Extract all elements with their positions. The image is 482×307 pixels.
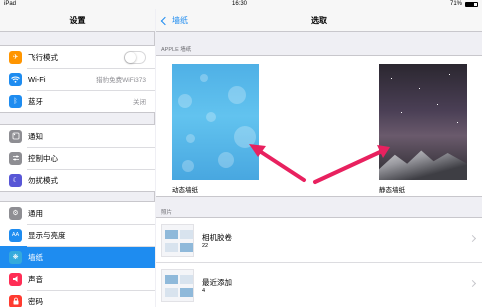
bluetooth-icon: ᛒ [9,94,22,108]
moon-icon: ☾ [9,173,22,187]
sidebar-item-label: 飞行模式 [28,52,58,62]
status-bar: iPad 16:30 71% [0,0,482,9]
sidebar-item-label: 蓝牙 [28,96,43,106]
photo-albums-list: 相机胶卷 22 最近添加 4 [156,217,482,307]
wifi-network-name: 猎豹免费WiFi373 [96,77,146,84]
notifications-icon [9,129,22,143]
sidebar-item-label: 通用 [28,208,43,218]
album-name: 最近添加 [202,278,232,287]
sidebar-item-label: 墙纸 [28,252,43,262]
apple-wallpaper-header: APPLE 墙纸 [161,47,192,53]
device-name: iPad [4,1,17,7]
dynamic-wallpaper-thumbnail[interactable] [172,64,259,180]
settings-group-connectivity: ✈ 飞行模式 Wi-Fi 猎豹免费WiFi373 ᛒ 蓝牙 关闭 [0,45,155,113]
sidebar-item-label: 勿扰模式 [28,175,58,185]
sidebar-item-notifications[interactable]: 通知 [0,125,155,147]
brightness-icon: AA [9,228,22,242]
airplane-mode-toggle[interactable] [124,50,146,64]
sidebar-item-airplane-mode[interactable]: ✈ 飞行模式 [0,46,155,68]
battery-icon [465,2,478,7]
gear-icon: ⚙ [9,206,22,220]
sidebar-item-bluetooth[interactable]: ᛒ 蓝牙 关闭 [0,90,155,112]
album-recently-added[interactable]: 最近添加 4 [156,262,482,306]
sidebar-item-display-brightness[interactable]: AA 显示与亮度 [0,224,155,246]
page-title: 选取 [311,16,327,25]
album-camera-roll[interactable]: 相机胶卷 22 [156,218,482,262]
bluetooth-status: 关闭 [133,99,146,106]
sidebar-item-control-center[interactable]: 控制中心 [0,147,155,169]
wallpaper-picker: 墙纸 选取 APPLE 墙纸 动态墙纸 静态墙纸 照片 相机胶卷 22 最近添加… [156,0,482,307]
airplane-icon: ✈ [9,50,22,64]
sidebar-item-sounds[interactable]: 声音 [0,268,155,290]
album-count: 22 [202,243,209,249]
photos-header: 照片 [161,210,173,216]
dynamic-wallpaper-label: 动态墙纸 [172,187,198,194]
settings-title: 设置 [0,9,155,32]
album-thumbnail [161,269,194,302]
apple-wallpaper-section: 动态墙纸 静态墙纸 [156,55,482,197]
battery-percent: 71% [449,1,462,7]
static-wallpaper-label: 静态墙纸 [379,187,405,194]
wallpaper-icon: ❋ [9,250,22,264]
sidebar-item-label: 声音 [28,274,43,284]
control-center-icon [9,151,22,165]
album-name: 相机胶卷 [202,233,232,242]
sidebar-item-general[interactable]: ⚙ 通用 [0,202,155,224]
chevron-right-icon [468,279,477,288]
sidebar-item-passcode[interactable]: 密码 [0,290,155,307]
sidebar-item-label: 通知 [28,131,43,141]
sidebar-item-label: 显示与亮度 [28,230,66,240]
sidebar-item-wallpaper[interactable]: ❋ 墙纸 [0,246,155,268]
settings-group-notifications: 通知 控制中心 ☾ 勿扰模式 [0,124,155,192]
lock-icon [9,294,22,307]
sidebar-item-do-not-disturb[interactable]: ☾ 勿扰模式 [0,169,155,191]
chevron-right-icon [468,234,477,243]
settings-sidebar: 设置 ✈ 飞行模式 Wi-Fi 猎豹免费WiFi373 ᛒ 蓝牙 关闭 通知 控… [0,0,155,307]
settings-group-general: ⚙ 通用 AA 显示与亮度 ❋ 墙纸 声音 密码 [0,201,155,307]
sidebar-item-label: Wi-Fi [28,74,46,84]
sidebar-item-wifi[interactable]: Wi-Fi 猎豹免费WiFi373 [0,68,155,90]
status-right: 71% [450,0,478,9]
album-count: 4 [202,288,206,294]
status-time: 16:30 [232,1,248,7]
sidebar-item-label: 密码 [28,296,43,306]
speaker-icon [9,272,22,286]
static-wallpaper-thumbnail[interactable] [379,64,467,180]
album-thumbnail [161,224,194,257]
sidebar-item-label: 控制中心 [28,153,58,163]
wifi-icon [9,72,22,86]
detail-nav-bar: 墙纸 选取 [156,9,482,32]
